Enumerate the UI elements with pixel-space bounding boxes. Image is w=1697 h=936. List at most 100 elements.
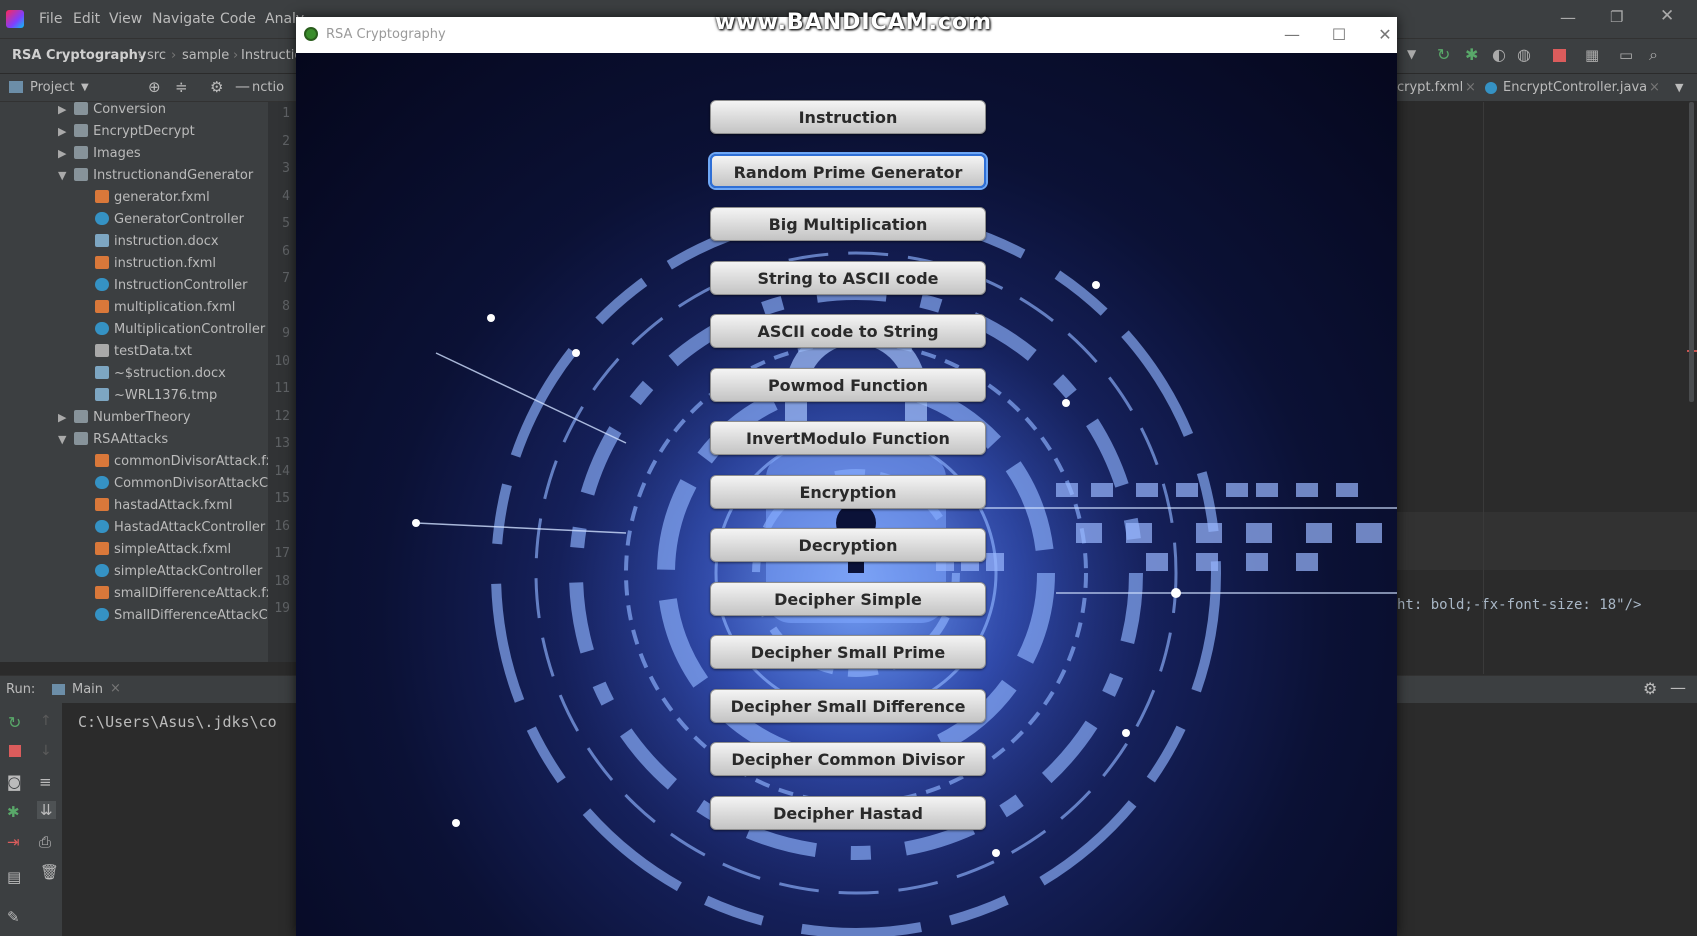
editor-tab-partial[interactable]: nctio [252,80,284,95]
random-prime-generator-button[interactable]: Random Prime Generator [710,153,986,188]
layout-icon[interactable]: ▤ [7,868,21,886]
tree-file[interactable]: MultiplicationController [95,322,265,344]
hide-icon[interactable]: — [1670,678,1686,697]
chevron-right-icon[interactable]: ▶ [58,103,70,116]
decipher-simple-button[interactable]: Decipher Simple [710,581,986,616]
up-arrow-icon[interactable]: ↑ [40,713,52,729]
instruction-button[interactable]: Instruction [710,100,986,134]
menu-navigate[interactable]: Navigate [152,11,215,27]
decipher-hastad-button[interactable]: Decipher Hastad [710,795,986,830]
tree-file[interactable]: simpleAttackController [95,564,262,586]
search-icon[interactable]: ⌕ [1649,45,1658,65]
chevron-right-icon[interactable]: ▶ [58,147,70,160]
project-structure-icon[interactable]: ▦ [1585,46,1599,64]
tree-file[interactable]: ~$struction.docx [95,366,226,388]
invertmodulo-function-button[interactable]: InvertModulo Function [710,421,986,455]
project-label[interactable]: Project [30,80,74,95]
tree-file[interactable]: ~WRL1376.tmp [95,388,217,410]
menu-file[interactable]: File [39,11,62,27]
tree-file[interactable]: smallDifferenceAttack.fx [95,586,274,608]
line-number: 4 [282,188,290,204]
ascii-code-to-string-button[interactable]: ASCII code to String [710,314,986,348]
trash-icon[interactable]: 🗑 [40,863,59,881]
breadcrumb-project[interactable]: RSA Cryptography [12,48,146,63]
tree-file[interactable]: SmallDifferenceAttackC [95,608,268,630]
tree-folder[interactable]: ▶ NumberTheory [58,410,191,432]
tree-file[interactable]: InstructionController [95,278,248,300]
tree-folder[interactable]: ▼ InstructionandGenerator [58,168,253,190]
restore-icon[interactable]: ❐ [1610,8,1623,26]
rerun-icon[interactable]: ↻ [8,713,21,732]
close-tab-icon[interactable]: × [1465,80,1476,95]
gear-icon[interactable]: ⚙ [210,78,223,96]
down-arrow-icon[interactable]: ↓ [40,743,52,759]
menu-view[interactable]: View [109,11,142,27]
editor-tab[interactable]: EncryptController.java [1503,80,1647,95]
menu-edit[interactable]: Edit [73,11,100,27]
tree-file[interactable]: testData.txt [95,344,192,366]
stop-icon[interactable] [1553,49,1566,62]
string-to-ascii-code-button[interactable]: String to ASCII code [710,260,986,295]
chevron-down-icon[interactable]: ▼ [58,433,70,446]
breadcrumb-src[interactable]: src [147,48,166,63]
tree-folder[interactable]: ▶ EncryptDecrypt [58,124,195,146]
tree-folder[interactable]: ▼ RSAAttacks [58,432,168,454]
editor-tab[interactable]: crypt.fxml [1397,80,1463,95]
breadcrumb-instruction[interactable]: Instructio [241,48,302,63]
profile-icon[interactable]: ◍ [1517,45,1531,64]
code-editor[interactable]: ht: bold;-fx-font-size: 18"/> [1397,102,1697,674]
big-multiplication-button[interactable]: Big Multiplication [710,207,986,241]
scrollbar[interactable] [1689,102,1694,402]
hide-icon[interactable]: — [235,77,250,95]
debug-icon[interactable]: ✱ [1465,45,1478,64]
print-icon[interactable]: ⎙ [39,833,51,851]
chevron-right-icon[interactable]: ▶ [58,411,70,424]
tree-file[interactable]: simpleAttack.fxml [95,542,231,564]
minimize-icon[interactable]: — [1272,23,1312,47]
decipher-common-divisor-button[interactable]: Decipher Common Divisor [710,742,986,776]
close-icon[interactable]: ✕ [1365,23,1405,47]
close-icon[interactable]: ✕ [1660,6,1674,26]
stop-icon[interactable] [9,745,21,757]
chevron-down-icon[interactable]: ▼ [1675,81,1683,94]
tree-file[interactable]: instruction.docx [95,234,219,256]
coverage-icon[interactable]: ◐ [1492,45,1506,64]
chevron-down-icon[interactable]: ▼ [81,82,89,93]
tree-file[interactable]: generator.fxml [95,190,210,212]
decipher-small-prime-button[interactable]: Decipher Small Prime [710,635,986,669]
maximize-icon[interactable]: ☐ [1319,23,1359,47]
collapse-icon[interactable]: ≑ [175,78,188,96]
tree-file[interactable]: GeneratorController [95,212,244,234]
pin-icon[interactable]: ✎ [7,908,20,926]
tree-file[interactable]: HastadAttackController [95,520,265,542]
scroll-to-end-icon[interactable]: ⇊ [37,801,56,819]
breadcrumb-sample[interactable]: sample [182,48,229,63]
locate-icon[interactable]: ⊕ [148,78,161,96]
tree-file[interactable]: CommonDivisorAttackC [95,476,268,498]
tree-file[interactable]: multiplication.fxml [95,300,235,322]
chevron-down-icon[interactable]: ▼ [58,169,70,182]
tree-folder[interactable]: ▶ Conversion [58,102,166,124]
rerun-icon[interactable]: ↻ [1437,45,1450,64]
powmod-function-button[interactable]: Powmod Function [710,367,986,402]
decryption-button[interactable]: Decryption [710,528,986,562]
menu-code[interactable]: Code [220,11,256,27]
tree-folder[interactable]: ▶ Images [58,146,141,168]
tree-file[interactable]: commonDivisorAttack.fx [95,454,274,476]
decipher-small-difference-button[interactable]: Decipher Small Difference [710,688,986,723]
close-tab-icon[interactable]: × [1649,80,1660,95]
exit-icon[interactable]: ⇥ [7,833,20,851]
tree-file[interactable]: hastadAttack.fxml [95,498,232,520]
dropdown-arrow-icon[interactable]: ▼ [1407,47,1416,61]
soft-wrap-icon[interactable]: ≡ [39,773,52,791]
terminal-icon[interactable]: ▭ [1619,46,1633,64]
tree-file[interactable]: instruction.fxml [95,256,216,278]
gear-icon[interactable]: ⚙ [1643,679,1657,698]
close-tab-icon[interactable]: × [110,681,121,696]
camera-icon[interactable]: ◙ [7,773,22,791]
chevron-right-icon[interactable]: ▶ [58,125,70,138]
debug-icon[interactable]: ✱ [7,803,20,821]
run-config-tab[interactable]: Main [72,682,103,697]
encryption-button[interactable]: Encryption [710,474,986,509]
minimize-icon[interactable]: — [1560,8,1576,27]
